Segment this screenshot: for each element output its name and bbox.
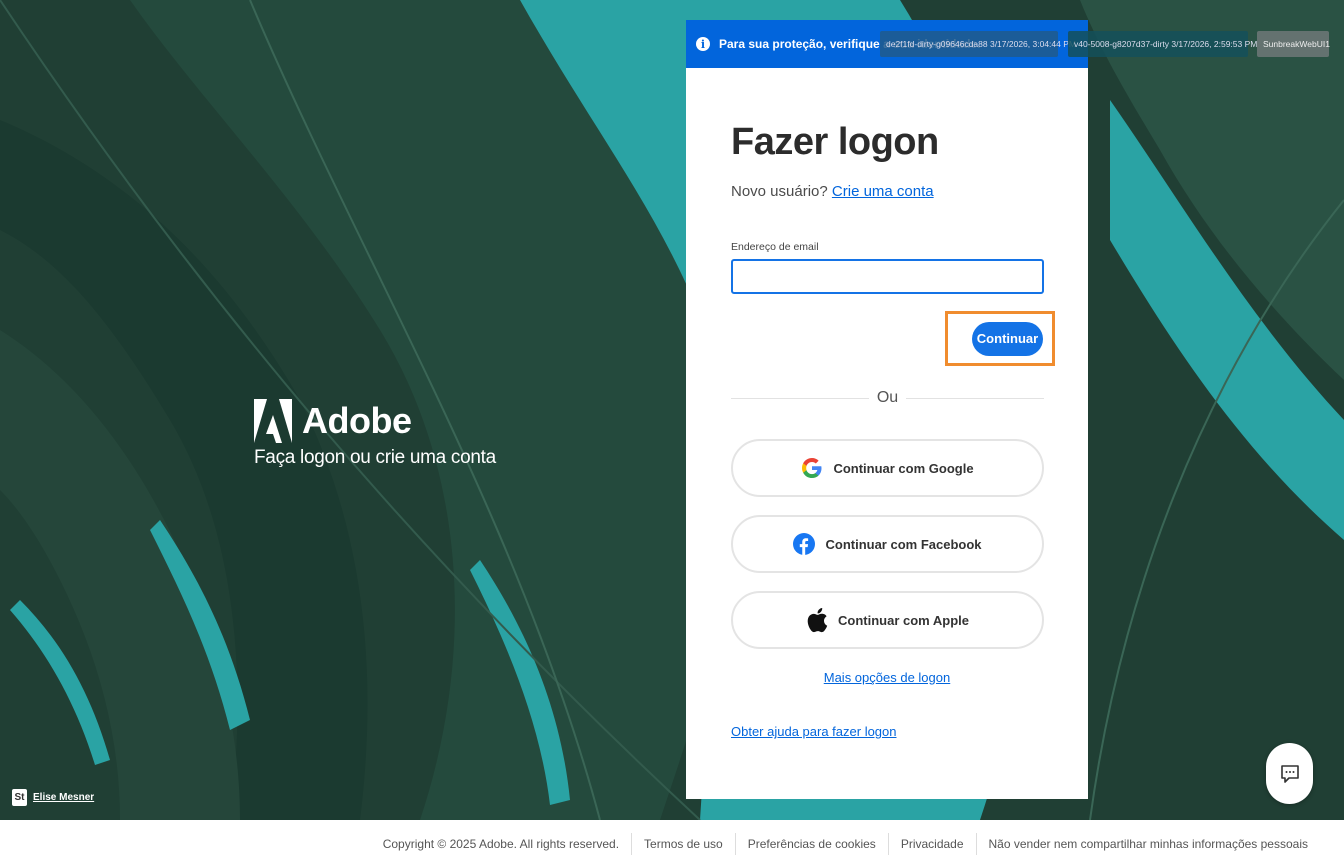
facebook-icon bbox=[793, 533, 816, 555]
create-account-link[interactable]: Crie uma conta bbox=[832, 183, 934, 200]
chat-icon bbox=[1280, 764, 1299, 783]
more-options-row: Mais opções de logon bbox=[686, 670, 1088, 685]
continue-focus-ring: Continuar bbox=[945, 311, 1055, 366]
continue-apple-button[interactable]: Continuar com Apple bbox=[731, 591, 1044, 649]
email-field[interactable] bbox=[731, 259, 1044, 294]
signin-card: Fazer logon Novo usuário? Crie uma conta… bbox=[686, 68, 1088, 799]
photo-credit-name[interactable]: Elise Mesner bbox=[33, 792, 94, 803]
footer: Copyright © 2025 Adobe. All rights reser… bbox=[0, 820, 1344, 868]
facebook-label: Continuar com Facebook bbox=[825, 536, 982, 552]
photo-credit[interactable]: St Elise Mesner bbox=[12, 789, 94, 806]
monstera-leaf-background bbox=[0, 0, 1344, 820]
footer-do-not-sell-link[interactable]: Não vender nem compartilhar minhas infor… bbox=[975, 833, 1320, 855]
email-label: Endereço de email bbox=[731, 241, 819, 253]
brand-tagline: Faça logon ou crie uma conta bbox=[254, 447, 496, 468]
divider-line bbox=[906, 397, 1044, 399]
or-label: Ou bbox=[876, 389, 899, 406]
continue-google-button[interactable]: Continuar com Google bbox=[731, 439, 1044, 497]
footer-cookies-link[interactable]: Preferências de cookies bbox=[734, 833, 888, 855]
adobe-logo-icon bbox=[254, 399, 292, 443]
footer-privacy-link[interactable]: Privacidade bbox=[887, 833, 976, 855]
build-tag: de2f1fd-dirty-g09646cda88 3/17/2026, 3:0… bbox=[880, 31, 1076, 57]
page-title: Fazer logon bbox=[731, 121, 939, 163]
continue-button[interactable]: Continuar bbox=[972, 321, 1043, 356]
continue-facebook-button[interactable]: Continuar com Facebook bbox=[731, 515, 1044, 573]
google-icon bbox=[801, 457, 823, 479]
or-divider: Ou bbox=[731, 388, 1044, 408]
stock-badge-icon: St bbox=[12, 789, 27, 806]
background-hero: Adobe Faça logon ou crie uma conta St El… bbox=[0, 0, 1344, 820]
signin-help-link[interactable]: Obter ajuda para fazer logon bbox=[731, 724, 897, 739]
help-row: Obter ajuda para fazer logon bbox=[731, 724, 897, 739]
new-user-prompt: Novo usuário? bbox=[731, 183, 828, 200]
info-icon: i bbox=[696, 37, 710, 51]
brand-name: Adobe bbox=[302, 400, 412, 441]
chat-button[interactable] bbox=[1266, 743, 1313, 804]
divider-line bbox=[731, 397, 869, 399]
new-user-row: Novo usuário? Crie uma conta bbox=[731, 183, 1044, 200]
apple-label: Continuar com Apple bbox=[838, 612, 969, 628]
footer-copyright: Copyright © 2025 Adobe. All rights reser… bbox=[382, 837, 620, 851]
apple-icon bbox=[806, 608, 828, 633]
footer-terms-link[interactable]: Termos de uso bbox=[631, 833, 735, 855]
more-signin-options-link[interactable]: Mais opções de logon bbox=[824, 670, 950, 685]
build-tag: v40-5008-g8207d37-dirty 3/17/2026, 2:59:… bbox=[1068, 31, 1257, 57]
build-tag: SunbreakWebUI1 bbox=[1257, 31, 1330, 57]
google-label: Continuar com Google bbox=[833, 460, 974, 476]
brand-block: Adobe Faça logon ou crie uma conta bbox=[254, 399, 496, 469]
